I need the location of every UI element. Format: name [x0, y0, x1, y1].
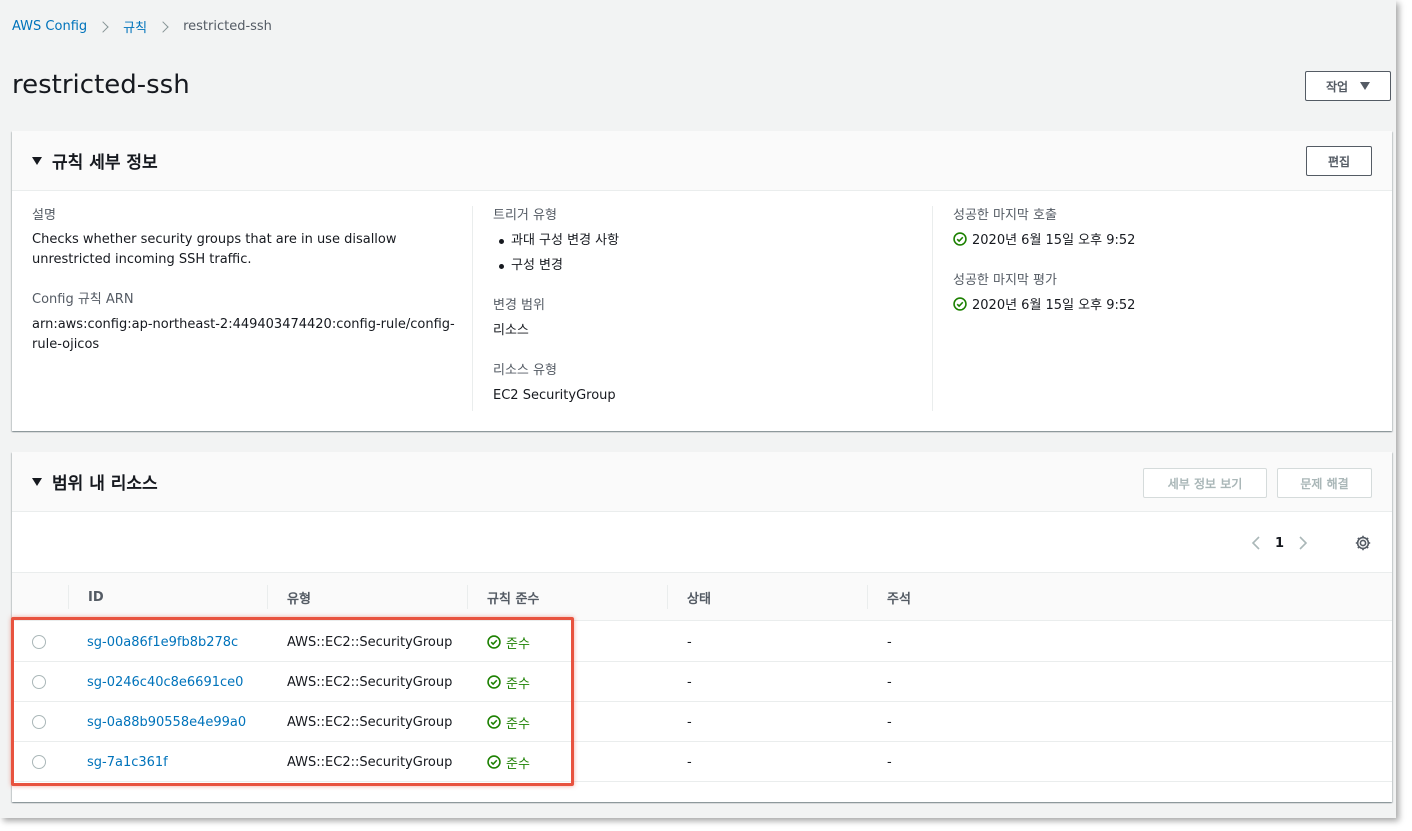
resource-note: - — [887, 754, 892, 770]
arn-value: arn:aws:config:ap-northeast-2:4494034744… — [32, 317, 455, 352]
column-divider — [932, 206, 933, 411]
column-header-type[interactable]: 유형 — [267, 573, 467, 622]
scope-label: 변경 범위 — [493, 298, 545, 313]
details-column-1: 설명 Checks whether security groups that a… — [32, 206, 462, 355]
actions-label: 작업 — [1325, 79, 1349, 94]
description-label: 설명 — [32, 208, 56, 223]
details-column-3: 성공한 마지막 호출 2020년 6월 15일 오후 9:52 성공한 마지막 … — [953, 206, 1373, 316]
last-invocation-value: 2020년 6월 15일 오후 9:52 — [953, 231, 1373, 251]
breadcrumb-aws-config[interactable]: AWS Config — [12, 19, 87, 34]
last-evaluation-value: 2020년 6월 15일 오후 9:52 — [953, 296, 1373, 316]
last-evaluation-label: 성공한 마지막 평가 — [953, 273, 1057, 288]
scope-value: 리소스 — [493, 323, 529, 338]
current-page-number[interactable]: 1 — [1275, 536, 1284, 551]
breadcrumb-current: restricted-ssh — [183, 19, 272, 34]
resource-note: - — [887, 714, 892, 730]
details-column-2: 트리거 유형 과대 구성 변경 사항 구성 변경 변경 범위 리소스 리소스 유… — [493, 206, 913, 406]
annotation-highlight-box — [11, 617, 574, 786]
chevron-left-icon[interactable] — [1251, 535, 1261, 551]
troubleshoot-button[interactable]: 문제 해결 — [1277, 468, 1372, 498]
rule-details-header[interactable]: 규칙 세부 정보 편집 — [12, 131, 1392, 191]
list-item: 구성 변경 — [493, 256, 913, 276]
description-value: Checks whether security groups that are … — [32, 232, 397, 267]
resource-note: - — [887, 674, 892, 690]
resources-header[interactable]: 범위 내 리소스 세부 정보 보기 문제 해결 — [12, 452, 1392, 512]
gear-icon[interactable] — [1354, 534, 1372, 552]
pagination: 1 — [1251, 534, 1372, 552]
breadcrumb-separator-icon — [97, 20, 109, 33]
column-header-compliance[interactable]: 규칙 준수 — [467, 573, 667, 622]
last-evaluation-text: 2020년 6월 15일 오후 9:52 — [972, 298, 1136, 313]
trigger-type-list: 과대 구성 변경 사항 구성 변경 — [493, 231, 913, 276]
actions-dropdown-button[interactable]: 작업 — [1305, 71, 1391, 101]
rule-details-panel: 규칙 세부 정보 편집 설명 Checks whether security g… — [12, 131, 1392, 431]
table-header: ID 유형 규칙 준수 상태 주석 — [12, 572, 1392, 621]
resources-title: 범위 내 리소스 — [52, 474, 158, 494]
last-invocation-label: 성공한 마지막 호출 — [953, 208, 1057, 223]
breadcrumb-rules[interactable]: 규칙 — [123, 17, 147, 36]
resource-type-value: EC2 SecurityGroup — [493, 388, 616, 403]
chevron-right-icon[interactable] — [1298, 535, 1308, 551]
column-header-notes[interactable]: 주석 — [867, 573, 1067, 622]
resource-status: - — [687, 674, 692, 690]
caret-down-icon — [1360, 82, 1371, 90]
column-header-id[interactable]: ID — [68, 573, 268, 622]
last-invocation-text: 2020년 6월 15일 오후 9:52 — [972, 233, 1136, 248]
edit-button[interactable]: 편집 — [1306, 146, 1372, 176]
collapse-triangle-icon[interactable] — [32, 156, 42, 165]
resource-status: - — [687, 714, 692, 730]
list-item: 과대 구성 변경 사항 — [493, 231, 913, 251]
collapse-triangle-icon[interactable] — [32, 477, 42, 486]
page-title: restricted-ssh — [12, 70, 190, 100]
success-check-icon — [953, 232, 967, 246]
arn-label: Config 규칙 ARN — [32, 292, 134, 307]
page-container: AWS Config 규칙 restricted-ssh restricted-… — [0, 0, 1396, 818]
column-divider — [472, 206, 473, 411]
success-check-icon — [953, 297, 967, 311]
rule-details-title: 규칙 세부 정보 — [52, 153, 158, 173]
resource-status: - — [687, 634, 692, 650]
resource-note: - — [887, 634, 892, 650]
view-details-button[interactable]: 세부 정보 보기 — [1143, 468, 1267, 498]
column-header-status[interactable]: 상태 — [667, 573, 867, 622]
breadcrumb: AWS Config 규칙 restricted-ssh — [12, 17, 272, 36]
resource-type-label: 리소스 유형 — [493, 363, 557, 378]
breadcrumb-separator-icon — [157, 20, 169, 33]
trigger-type-label: 트리거 유형 — [493, 208, 557, 223]
resource-status: - — [687, 754, 692, 770]
